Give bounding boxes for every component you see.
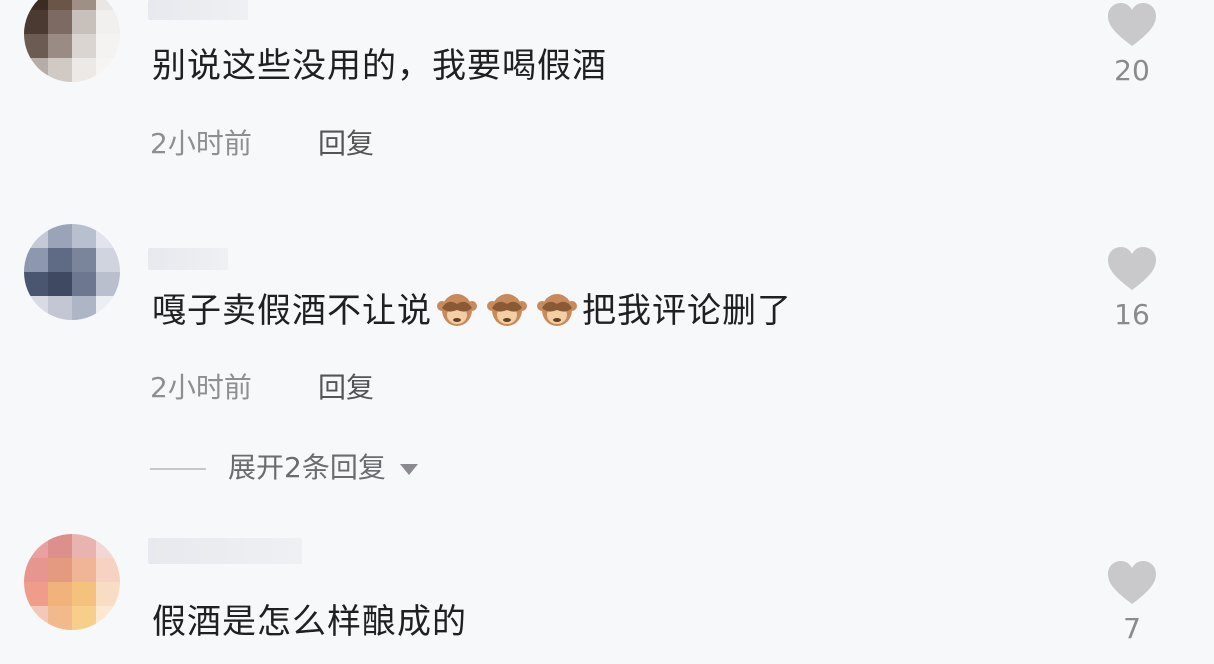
avatar-pixel <box>96 534 120 558</box>
avatar-pixel <box>48 582 72 606</box>
avatar-pixel <box>48 558 72 582</box>
username-blurred[interactable] <box>148 538 302 564</box>
avatar-pixel <box>96 34 120 58</box>
avatar-pixel <box>24 296 48 320</box>
avatar-pixel <box>96 582 120 606</box>
chevron-down-icon <box>399 463 418 475</box>
avatar-pixel <box>48 272 72 296</box>
avatar-pixel <box>96 272 120 296</box>
see-no-evil-monkey-icon <box>537 294 577 326</box>
avatar-pixel <box>96 558 120 582</box>
reply-button[interactable]: 回复 <box>318 372 374 404</box>
avatar-pixel <box>72 224 96 248</box>
avatar-pixel <box>96 248 120 272</box>
avatar-pixel <box>72 248 96 272</box>
avatar-pixel <box>72 534 96 558</box>
avatar-pixel <box>72 558 96 582</box>
comment-time: 2小时前 <box>150 127 252 160</box>
heart-icon <box>1108 3 1156 46</box>
avatar[interactable] <box>24 224 120 320</box>
comment-meta: 2小时前 回复 <box>150 127 374 160</box>
avatar-pixel <box>48 0 72 10</box>
avatar-pixel <box>72 272 96 296</box>
like-button[interactable]: 7 <box>1100 560 1164 644</box>
avatar-pixel <box>48 34 72 58</box>
like-button[interactable]: 20 <box>1100 2 1164 86</box>
divider-line <box>150 468 206 470</box>
avatar-pixel <box>24 582 48 606</box>
avatar-pixel <box>72 0 96 10</box>
avatar-pixel <box>24 10 48 34</box>
see-no-evil-monkey-icon <box>437 294 477 326</box>
avatar-pixel <box>96 0 120 10</box>
like-button[interactable]: 16 <box>1100 246 1164 330</box>
comment-text: 嘎子卖假酒不让说 把我评论删了 <box>152 290 792 331</box>
avatar-pixel <box>72 296 96 320</box>
avatar-pixel <box>96 58 120 82</box>
avatar-pixel <box>96 10 120 34</box>
avatar-pixel <box>72 606 96 630</box>
avatar-pixel <box>48 534 72 558</box>
avatar-pixel <box>24 224 48 248</box>
avatar-pixel <box>96 224 120 248</box>
avatar-pixel <box>48 58 72 82</box>
avatar-pixel <box>48 248 72 272</box>
avatar-pixel <box>24 34 48 58</box>
comment-meta: 2小时前 回复 <box>150 371 374 404</box>
avatar-pixel <box>48 10 72 34</box>
like-count: 7 <box>1123 612 1141 645</box>
avatar[interactable] <box>24 0 120 82</box>
comment-text: 别说这些没用的，我要喝假酒 <box>152 46 607 86</box>
username-blurred[interactable] <box>148 248 228 270</box>
reply-button[interactable]: 回复 <box>318 128 374 160</box>
avatar[interactable] <box>24 534 120 630</box>
avatar-pixel <box>24 248 48 272</box>
avatar-pixel <box>48 296 72 320</box>
avatar-pixel <box>24 606 48 630</box>
expand-replies-button[interactable]: 展开2条回复 <box>150 450 418 486</box>
avatar-pixel <box>24 272 48 296</box>
avatar-pixel <box>72 10 96 34</box>
comment-text-part: 嘎子卖假酒不让说 <box>152 291 432 331</box>
expand-replies-label: 展开2条回复 <box>228 451 386 484</box>
see-no-evil-monkey-icon <box>487 294 527 326</box>
avatar-pixel <box>24 0 48 10</box>
like-count: 16 <box>1114 298 1150 331</box>
avatar-pixel <box>48 224 72 248</box>
emoji-group <box>432 291 582 331</box>
comment-text: 假酒是怎么样酿成的 <box>152 602 467 642</box>
comment-text-part: 把我评论删了 <box>582 291 792 331</box>
avatar-pixel <box>72 34 96 58</box>
comment-time: 2小时前 <box>150 371 252 404</box>
avatar-pixel <box>48 606 72 630</box>
heart-icon <box>1108 247 1156 290</box>
heart-icon <box>1108 561 1156 604</box>
avatar-pixel <box>96 296 120 320</box>
avatar-pixel <box>72 58 96 82</box>
avatar-pixel <box>96 606 120 630</box>
avatar-pixel <box>24 534 48 558</box>
like-count: 20 <box>1114 54 1150 87</box>
avatar-pixel <box>24 558 48 582</box>
avatar-pixel <box>72 582 96 606</box>
username-blurred[interactable] <box>148 0 248 20</box>
avatar-pixel <box>24 58 48 82</box>
